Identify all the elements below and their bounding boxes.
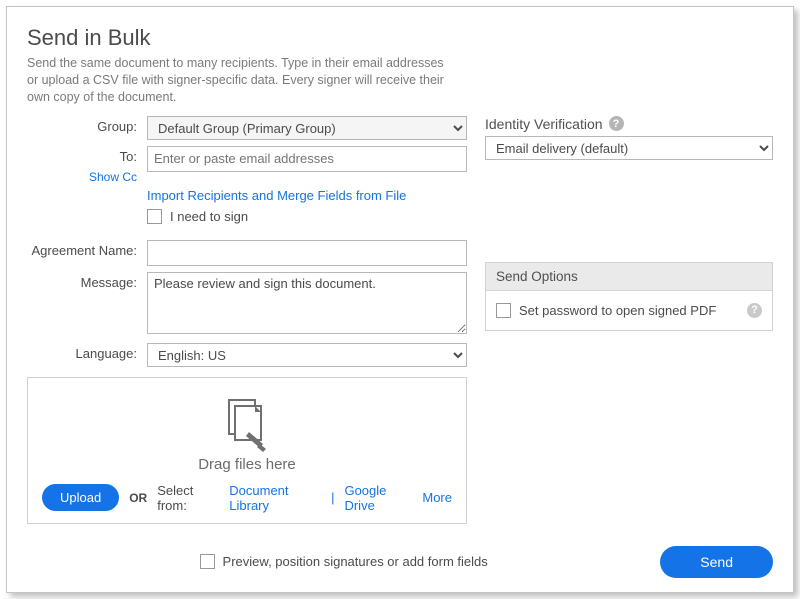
group-select[interactable]: Default Group (Primary Group) — [147, 116, 467, 140]
help-icon[interactable]: ? — [747, 303, 762, 318]
identity-verification-heading: Identity Verification — [485, 116, 603, 132]
need-to-sign-label: I need to sign — [170, 209, 248, 224]
page-title: Send in Bulk — [27, 25, 773, 51]
upload-button[interactable]: Upload — [42, 484, 119, 511]
or-text: OR — [129, 491, 147, 505]
right-column: Identity Verification ? Email delivery (… — [485, 116, 773, 524]
drag-files-text: Drag files here — [42, 456, 452, 473]
set-password-label: Set password to open signed PDF — [519, 303, 716, 318]
identity-verification-select[interactable]: Email delivery (default) — [485, 136, 773, 160]
select-from-label: Select from: — [157, 483, 219, 513]
group-label: Group: — [27, 116, 147, 134]
send-in-bulk-panel: Send in Bulk Send the same document to m… — [6, 6, 794, 593]
message-label: Message: — [27, 272, 147, 290]
page-subtitle: Send the same document to many recipient… — [27, 55, 457, 106]
document-library-link[interactable]: Document Library — [229, 483, 321, 513]
agreement-name-label: Agreement Name: — [27, 240, 147, 258]
set-password-checkbox[interactable] — [496, 303, 511, 318]
language-label: Language: — [27, 343, 147, 361]
file-dropzone[interactable]: Drag files here Upload OR Select from: D… — [27, 377, 467, 524]
language-select[interactable]: English: US — [147, 343, 467, 367]
message-field[interactable] — [147, 272, 467, 334]
google-drive-link[interactable]: Google Drive — [344, 483, 412, 513]
agreement-name-field[interactable] — [147, 240, 467, 266]
more-link[interactable]: More — [422, 490, 452, 505]
import-recipients-link[interactable]: Import Recipients and Merge Fields from … — [147, 188, 406, 203]
need-to-sign-checkbox[interactable] — [147, 209, 162, 224]
to-label: To: — [27, 146, 147, 164]
left-column: Group: Default Group (Primary Group) To:… — [27, 116, 467, 524]
show-cc-link[interactable]: Show Cc — [27, 170, 147, 184]
to-field[interactable] — [147, 146, 467, 172]
send-options-box: Send Options Set password to open signed… — [485, 262, 773, 331]
help-icon[interactable]: ? — [609, 116, 624, 131]
send-options-heading: Send Options — [486, 263, 772, 291]
files-icon — [223, 398, 271, 454]
